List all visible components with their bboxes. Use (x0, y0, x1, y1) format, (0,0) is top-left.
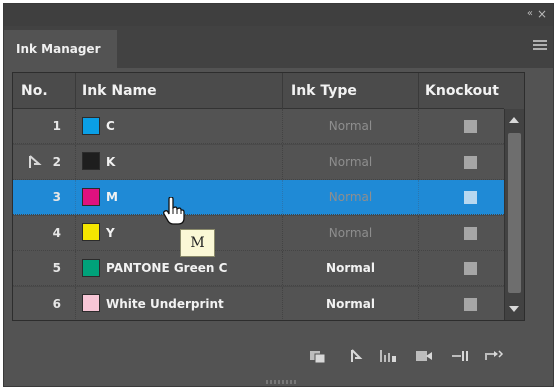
new-ink-icon[interactable] (308, 348, 328, 364)
ink-type-cell[interactable]: Normal (283, 251, 419, 285)
panel-titlebar: « × (4, 4, 553, 26)
knockout-checkbox[interactable] (464, 297, 477, 311)
ink-number: 6 (13, 286, 76, 320)
ink-number: 2 (13, 144, 76, 179)
ink-type-cell[interactable]: Normal (283, 109, 419, 143)
tooltip: M (180, 229, 215, 257)
header-corner (504, 73, 524, 109)
table-row[interactable]: 2 K Normal (13, 144, 524, 180)
ink-name-label: C (106, 119, 115, 133)
table-row[interactable]: 6 White Underprint Normal (13, 286, 524, 320)
ink-type-cell[interactable]: Normal (283, 180, 419, 214)
ink-swatch (82, 258, 100, 277)
table-row[interactable]: 4 Y Normal (13, 215, 524, 251)
split-icon[interactable] (450, 348, 470, 364)
ink-name-label: White Underprint (106, 296, 224, 311)
tab-ink-manager[interactable]: Ink Manager (4, 30, 117, 68)
ink-type-cell[interactable]: Normal (283, 286, 419, 320)
ink-name-cell[interactable]: White Underprint (76, 286, 283, 320)
scroll-thumb[interactable] (508, 133, 521, 293)
ink-type-cell[interactable]: Normal (283, 215, 419, 250)
ink-name-label: PANTONE Green C (106, 261, 228, 275)
ink-settings-icon[interactable] (414, 348, 434, 364)
ink-type-cell[interactable]: Normal (283, 144, 419, 179)
ink-number: 3 (13, 180, 76, 214)
ink-swatch (82, 116, 100, 135)
ink-name-label: K (106, 154, 116, 169)
pen-icon[interactable] (346, 348, 366, 364)
header-ink-type[interactable]: Ink Type (283, 73, 419, 109)
table-row[interactable]: 1 C Normal (13, 109, 524, 144)
merge-icon[interactable] (484, 348, 504, 364)
close-panel-icon[interactable]: × (537, 7, 547, 21)
table-row[interactable]: 5 PANTONE Green C Normal (13, 251, 524, 286)
ink-manager-panel: « × Ink Manager No. Ink Name Ink Type Kn… (3, 3, 554, 387)
ink-name-cell[interactable]: C (76, 109, 283, 143)
ink-name-label: Y (106, 225, 115, 240)
ink-swatch (82, 187, 100, 206)
table-scrollbar[interactable] (504, 109, 524, 320)
ink-number: 5 (13, 251, 76, 285)
panel-menu-icon[interactable] (533, 40, 547, 51)
knockout-checkbox[interactable] (464, 155, 477, 169)
scroll-up-arrow-icon[interactable] (509, 117, 519, 123)
knockout-checkbox[interactable] (464, 262, 477, 275)
table-row[interactable]: 3 M Normal (13, 180, 524, 215)
hand-cursor-icon (163, 197, 185, 225)
bar-chart-icon[interactable] (378, 348, 398, 364)
panel-tabbar: Ink Manager (4, 26, 553, 68)
knockout-checkbox[interactable] (464, 120, 477, 133)
ink-table: No. Ink Name Ink Type Knockout 1 C Normal 2… (12, 72, 525, 321)
ink-number: 1 (13, 109, 76, 143)
knockout-checkbox[interactable] (464, 191, 477, 204)
table-header: No. Ink Name Ink Type Knockout (13, 73, 524, 109)
resize-grip[interactable] (266, 380, 296, 384)
ink-swatch (82, 223, 100, 241)
ink-name-cell[interactable]: K (76, 144, 283, 179)
scroll-down-arrow-icon[interactable] (509, 306, 519, 312)
ink-swatch (82, 294, 100, 312)
ink-name-label: M (106, 190, 118, 204)
header-ink-name[interactable]: Ink Name (76, 73, 283, 109)
panel-footer (4, 326, 553, 386)
ink-number: 4 (13, 215, 76, 250)
knockout-checkbox[interactable] (464, 226, 477, 240)
ink-swatch (82, 152, 100, 170)
header-no[interactable]: No. (13, 73, 76, 109)
collapse-panel-icon[interactable]: « (527, 8, 533, 20)
